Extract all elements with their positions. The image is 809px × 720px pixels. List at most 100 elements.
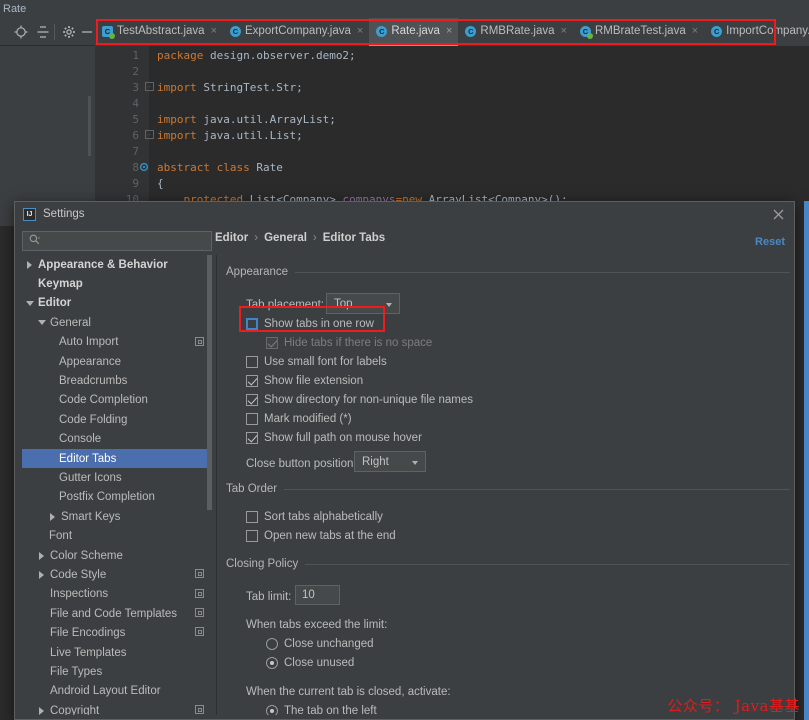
show-tabs-in-one-row-checkbox[interactable]	[246, 318, 258, 330]
open-new-tabs-at-end-checkbox[interactable]	[246, 530, 258, 542]
close-icon[interactable]: ×	[211, 25, 217, 37]
tab-on-left-radio[interactable]	[266, 705, 278, 715]
chevron-down-icon[interactable]	[26, 299, 35, 308]
tree-item-code-folding[interactable]: Code Folding	[22, 410, 212, 429]
open-new-tabs-at-end-row[interactable]: Open new tabs at the end	[246, 530, 396, 542]
hide-tabs-if-no-space-checkbox[interactable]	[266, 337, 278, 349]
tree-item-inspections[interactable]: Inspections	[22, 585, 212, 604]
show-directory-non-unique-checkbox[interactable]	[246, 394, 258, 406]
tree-item-font[interactable]: Font	[22, 526, 212, 545]
close-unchanged-radio[interactable]	[266, 638, 278, 650]
tree-item-live-templates[interactable]: Live Templates	[22, 643, 212, 662]
tree-item-file-encodings[interactable]: File Encodings	[22, 623, 212, 642]
search-input[interactable]	[43, 235, 193, 247]
copy-settings-icon[interactable]	[195, 627, 204, 637]
gutter-implemented-icon[interactable]	[139, 162, 149, 172]
tree-item-general[interactable]: General	[22, 313, 212, 332]
editor-tab-bar[interactable]: C TestAbstract.java × C ExportCompany.ja…	[95, 18, 809, 46]
tree-item-breadcrumbs[interactable]: Breadcrumbs	[22, 371, 212, 390]
tree-item-appearance[interactable]: Appearance	[22, 352, 212, 371]
mark-modified-row[interactable]: Mark modified (*)	[246, 413, 352, 425]
dialog-splitter[interactable]	[216, 255, 217, 715]
show-full-path-hover-label: Show full path on mouse hover	[264, 432, 422, 444]
tree-item-android-layout-editor[interactable]: Android Layout Editor	[22, 682, 212, 701]
editor-tab-label: Rate.java	[391, 25, 440, 37]
tree-item-gutter-icons[interactable]: Gutter Icons	[22, 468, 212, 487]
close-icon[interactable]: ×	[446, 25, 452, 37]
tree-item-code-style[interactable]: Code Style	[22, 565, 212, 584]
show-tabs-in-one-row-row[interactable]: Show tabs in one row	[246, 318, 374, 330]
collapse-all-icon[interactable]	[36, 25, 50, 39]
tree-item-label: Postfix Completion	[59, 491, 155, 504]
chevron-right-icon[interactable]	[26, 260, 35, 270]
use-small-font-row[interactable]: Use small font for labels	[246, 356, 387, 368]
editor-tab[interactable]: C ImportCompany.java ×	[704, 18, 809, 46]
tree-item-copyright[interactable]: Copyright	[22, 701, 212, 715]
java-class-icon: C	[376, 25, 388, 37]
tree-item-keymap[interactable]: Keymap	[22, 274, 212, 293]
settings-search[interactable]	[22, 231, 212, 251]
editor-tab[interactable]: C RMBRate.java ×	[458, 18, 573, 46]
chevron-right-icon[interactable]	[49, 512, 58, 522]
chevron-right-icon[interactable]	[38, 706, 47, 715]
editor-tab[interactable]: C TestAbstract.java ×	[95, 18, 223, 46]
copy-settings-icon[interactable]	[195, 336, 204, 346]
copy-settings-icon[interactable]	[195, 588, 204, 598]
editor-tab-active[interactable]: C Rate.java ×	[369, 18, 459, 46]
fold-marker-icon[interactable]: -	[145, 130, 154, 139]
hide-icon[interactable]	[80, 25, 94, 39]
tree-item-code-completion[interactable]: Code Completion	[22, 391, 212, 410]
breadcrumb-editor[interactable]: Editor	[215, 232, 248, 244]
tree-item-postfix-completion[interactable]: Postfix Completion	[22, 488, 212, 507]
tree-item-color-scheme[interactable]: Color Scheme	[22, 546, 212, 565]
editor-tab[interactable]: C ExportCompany.java ×	[223, 18, 369, 46]
close-unchanged-row[interactable]: Close unchanged	[266, 638, 374, 650]
close-unused-row[interactable]: Close unused	[266, 657, 354, 669]
chevron-down-icon[interactable]	[38, 318, 47, 327]
tree-item-file-and-code-templates[interactable]: File and Code Templates	[22, 604, 212, 623]
settings-gear-icon[interactable]	[62, 25, 76, 39]
tree-item-appearance-behavior[interactable]: Appearance & Behavior	[22, 255, 212, 274]
reset-link[interactable]: Reset	[755, 236, 785, 248]
show-full-path-hover-row[interactable]: Show full path on mouse hover	[246, 432, 422, 444]
fold-marker-icon[interactable]: -	[145, 82, 154, 91]
tree-item-smart-keys[interactable]: Smart Keys	[22, 507, 212, 526]
editor-tab[interactable]: C RMBrateTest.java ×	[573, 18, 704, 46]
show-full-path-hover-checkbox[interactable]	[246, 432, 258, 444]
breadcrumb-general[interactable]: General	[264, 232, 307, 244]
close-button-position-dropdown[interactable]: Right	[354, 451, 426, 472]
search-input-wrapper[interactable]	[22, 231, 212, 251]
tab-on-left-row[interactable]: The tab on the left	[266, 705, 377, 715]
copy-settings-icon[interactable]	[195, 608, 204, 618]
sort-tabs-alphabetically-row[interactable]: Sort tabs alphabetically	[246, 511, 383, 523]
copy-settings-icon[interactable]	[195, 569, 204, 579]
use-small-font-checkbox[interactable]	[246, 356, 258, 368]
copy-settings-icon[interactable]	[195, 704, 204, 714]
tree-item-editor[interactable]: Editor	[22, 294, 212, 313]
settings-tree[interactable]: Appearance & Behavior Keymap Editor Gene…	[22, 255, 212, 715]
tab-limit-input[interactable]: 10	[295, 585, 340, 605]
close-icon[interactable]: ×	[357, 25, 363, 37]
close-icon[interactable]: ×	[561, 25, 567, 37]
show-file-extension-checkbox[interactable]	[246, 375, 258, 387]
tab-placement-dropdown[interactable]: Top	[326, 293, 400, 314]
tree-item-console[interactable]: Console	[22, 430, 212, 449]
tree-item-file-types[interactable]: File Types	[22, 662, 212, 681]
code-editor[interactable]: 1 2 3 4 5 6 7 8 9 10 - - package design.…	[95, 46, 809, 226]
mark-modified-checkbox[interactable]	[246, 413, 258, 425]
show-file-extension-row[interactable]: Show file extension	[246, 375, 363, 387]
sort-tabs-alphabetically-checkbox[interactable]	[246, 511, 258, 523]
close-icon[interactable]: ×	[692, 25, 698, 37]
tree-scrollbar[interactable]	[207, 255, 212, 510]
chevron-right-icon[interactable]	[38, 551, 47, 561]
tree-item-auto-import[interactable]: Auto Import	[22, 333, 212, 352]
chevron-right-icon[interactable]	[38, 570, 47, 580]
tree-item-label: Color Scheme	[50, 549, 123, 562]
close-icon[interactable]	[770, 206, 786, 222]
tree-item-label: Code Folding	[59, 413, 128, 426]
tree-item-editor-tabs[interactable]: Editor Tabs	[22, 448, 212, 469]
hide-tabs-if-no-space-row[interactable]: Hide tabs if there is no space	[266, 337, 432, 349]
close-unused-radio[interactable]	[266, 657, 278, 669]
locate-icon[interactable]	[14, 25, 28, 39]
show-directory-non-unique-row[interactable]: Show directory for non-unique file names	[246, 394, 473, 406]
